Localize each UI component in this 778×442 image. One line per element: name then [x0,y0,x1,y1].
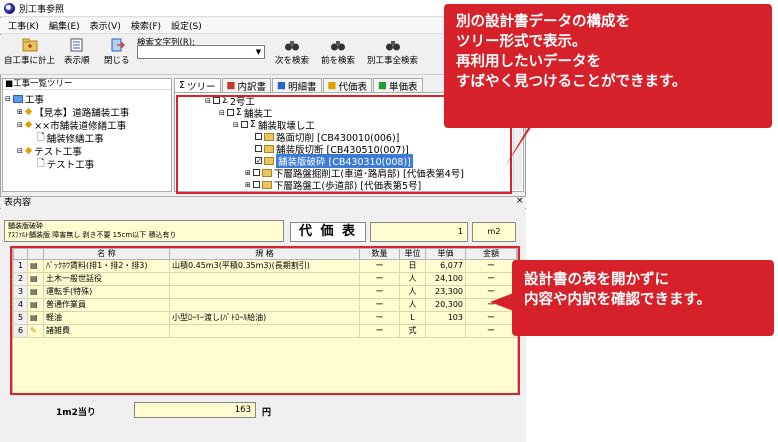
tab-breakdown[interactable]: ■ 内訳書 [221,78,272,93]
sigma-icon: Σ [179,80,186,91]
tree-node-city[interactable]: ⊟ ◆ ××市舗装道修繕工事 [17,119,126,132]
diamond-icon: ◆ [24,145,33,156]
tree-node-repair[interactable]: 🗋 舗装修繕工事 [37,132,104,145]
menu-item-edit[interactable]: 編集(E) [49,19,80,32]
document-icon: 🗋 [37,157,45,169]
search-all-projects-button[interactable]: 別工事全検索 [367,38,418,66]
tree-node-test[interactable]: ⊟ ◆ テスト工事 [17,145,82,158]
content-header: 表内容 [0,196,526,208]
tree-node-sample[interactable]: ⊞ ◆ 【見本】道路舗装工事 [17,106,129,119]
binoculars-icon [331,41,345,51]
chevron-down-icon[interactable]: ▼ [254,47,263,57]
binoculars-icon [285,41,299,51]
tree-node-root[interactable]: ⊟ 工事 [5,93,44,106]
book-icon: ■ [277,80,287,91]
close-icon[interactable]: × [516,196,524,206]
quantity-value: 1 [370,222,468,242]
callout-table-explanation: 設計書の表を開かずに 内容や内訳を確認できます。 [512,260,774,336]
network-folder-icon [12,94,23,103]
diamond-icon: ◆ [24,119,33,130]
tab-detail[interactable]: ■ 明細書 [272,78,322,93]
callout-tree-explanation: 別の設計書データの構成を ツリー形式で表示。 再利用したいデータを すばやく見つ… [444,4,772,128]
tab-price-table[interactable]: ■ 代価表 [322,78,373,93]
menu-item-settings[interactable]: 設定(S) [171,19,202,32]
per-unit-value: 163 [134,402,256,418]
callout-pointer-top [504,120,536,168]
folder-icon: ■ [378,80,388,91]
per-unit-label: 1m2当り [56,408,96,418]
item-info-box: 舗装版破砕 ｱｽﾌｧﾙﾄ舗装版 障害無し 剥き不要 15cm以下 積込有り [4,220,284,242]
folder-add-icon [22,38,37,52]
project-tree-pane: ■工事一覧ツリー ⊟ 工事 ⊞ ◆ 【見本】道路舗装工事 ⊟ ◆ ××市舗装道修繕工… [2,78,172,192]
per-unit-currency: 円 [262,408,272,418]
app-icon [4,2,15,14]
unit-value: m2 [472,222,516,242]
table-highlight-frame [10,246,520,395]
menu-item-view[interactable]: 表示(V) [90,19,121,32]
door-exit-icon [111,38,125,52]
folder-icon: ■ [327,80,337,91]
find-previous-button[interactable]: 前を検索 [321,38,355,66]
search-input[interactable]: ▼ [137,45,265,59]
tab-tree[interactable]: Σ ツリー [174,78,221,93]
tree-node-test-child[interactable]: 🗋 テスト工事 [37,157,94,171]
display-order-button[interactable]: 表示順 [64,38,90,66]
menu-item-search[interactable]: 検索(F) [131,19,161,32]
menu-item-kouji[interactable]: 工事(K) [8,19,39,32]
window-title: 別工事参照 [19,4,65,15]
list-order-icon [70,38,83,52]
diamond-icon: ◆ [24,106,33,117]
price-table-label: 代 価 表 [290,222,366,242]
book-icon: ■ [226,80,236,91]
add-to-own-project-button[interactable]: 自工事に計上 [4,38,55,66]
binoculars-icon [385,41,400,51]
tab-unit-price[interactable]: ■ 単価表 [373,78,423,93]
find-next-button[interactable]: 次を検索 [275,38,309,66]
project-tree-header: ■工事一覧ツリー [3,79,171,90]
close-button[interactable]: 閉じる [104,38,130,66]
